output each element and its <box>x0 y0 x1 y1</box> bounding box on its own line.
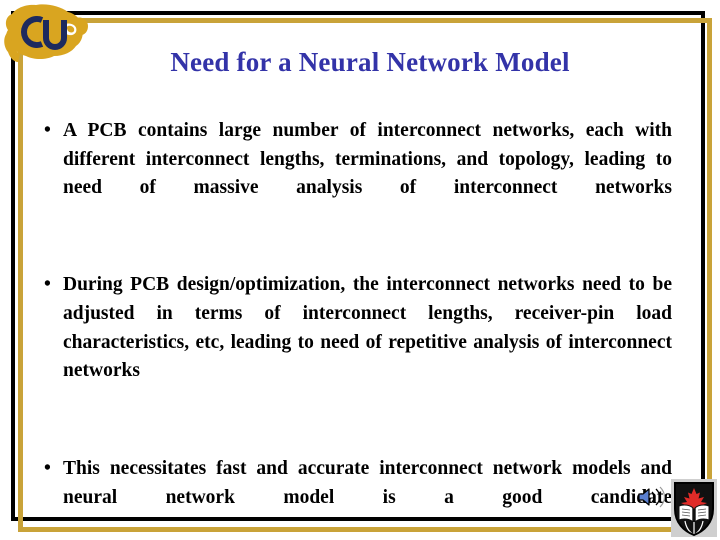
bullet-item: • During PCB design/optimization, the in… <box>44 271 672 414</box>
bullet-marker: • <box>44 458 51 480</box>
page-title: Need for a Neural Network Model <box>170 47 570 77</box>
slide-body: • A PCB contains large number of interco… <box>44 117 672 540</box>
bullet-marker: • <box>44 274 51 296</box>
bullet-item: • This necessitates fast and accurate in… <box>44 455 672 540</box>
bullet-text: This necessitates fast and accurate inte… <box>63 458 672 508</box>
bullet-marker: • <box>44 120 51 141</box>
sound-speaker-icon[interactable] <box>637 485 667 509</box>
bullet-text: During PCB design/optimization, the inte… <box>63 274 672 382</box>
cu-buffalo-logo <box>2 2 90 64</box>
bullet-text: A PCB contains large number of interconn… <box>63 120 672 199</box>
slide-canvas: Need for a Neural Network Model • A PCB … <box>0 0 720 540</box>
university-crest-icon <box>671 479 717 537</box>
bullet-item: • A PCB contains large number of interco… <box>44 117 672 231</box>
